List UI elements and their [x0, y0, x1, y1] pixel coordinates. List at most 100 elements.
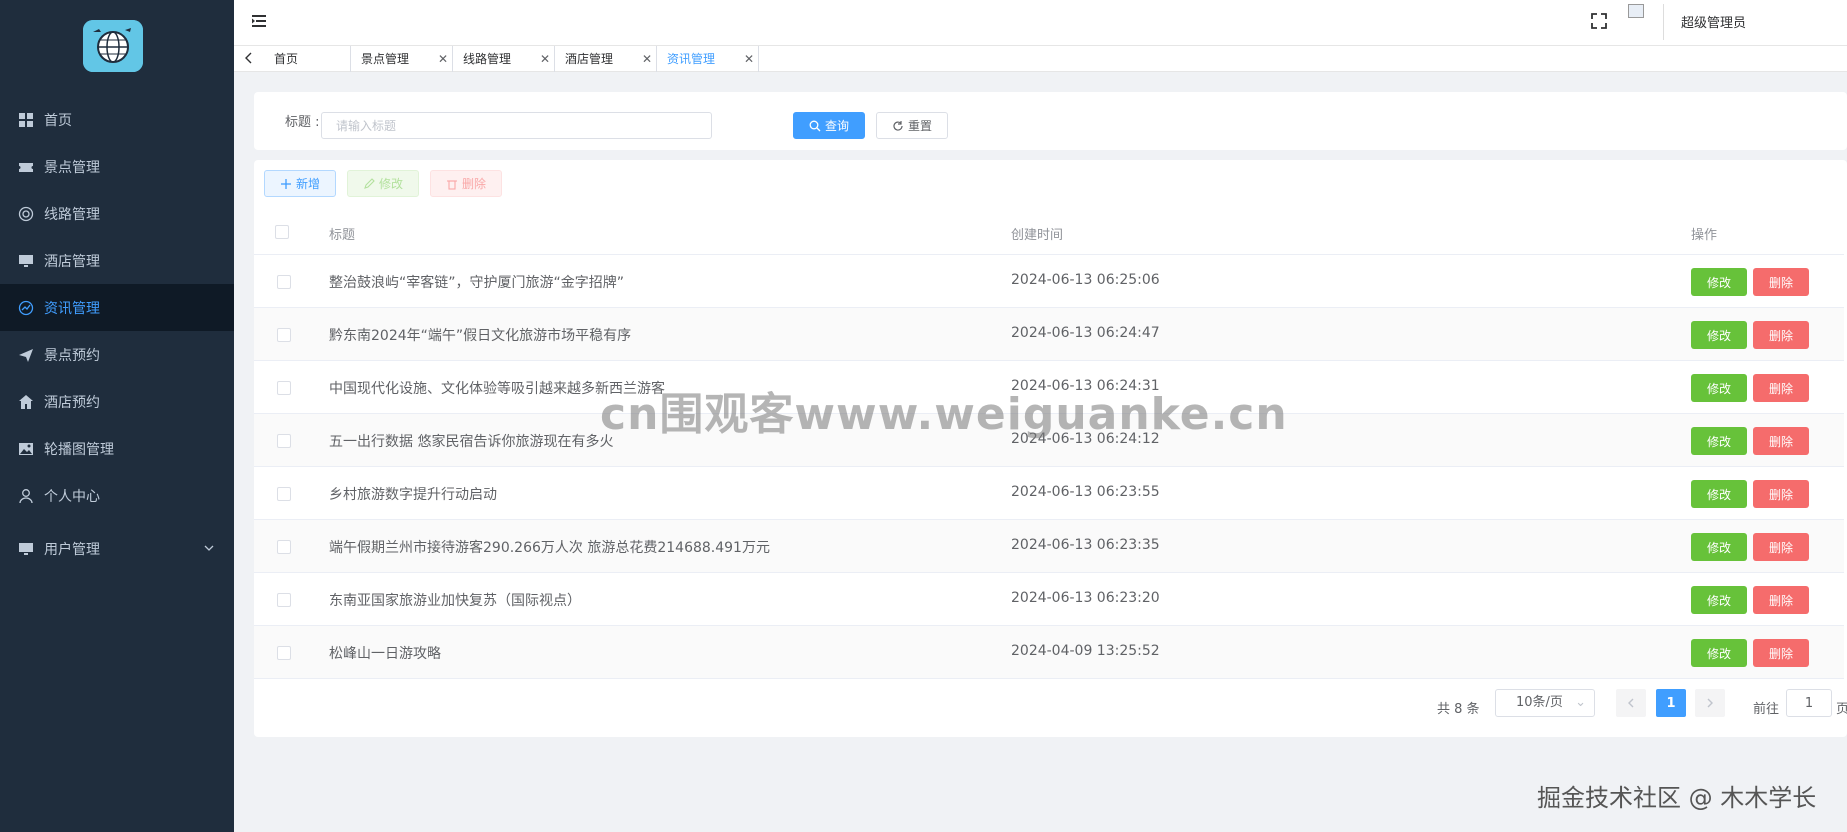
sidebar-item-label: 资讯管理 [44, 300, 100, 317]
row-checkbox[interactable] [277, 540, 291, 554]
row-edit-button[interactable]: 修改 [1691, 427, 1747, 455]
delete-button-label: 删除 [461, 177, 486, 191]
tab-routes[interactable]: 线路管理 ✕ [453, 46, 555, 72]
row-delete-button[interactable]: 删除 [1753, 533, 1809, 561]
monitor-icon [18, 253, 34, 269]
sidebar-item-carousel[interactable]: 轮播图管理 [0, 425, 234, 472]
reset-button[interactable]: 重置 [876, 112, 948, 139]
sidebar: 首页 景点管理 线路管理 酒店管理 资讯管理 景点预约 酒店预约 轮播图管理 个… [0, 0, 234, 832]
tab-hotels[interactable]: 酒店管理 ✕ [555, 46, 657, 72]
edit-button[interactable]: 修改 [347, 170, 419, 197]
sidebar-item-news[interactable]: 资讯管理 [0, 284, 234, 331]
news-title: 端午假期兰州市接待游客290.266万人次 旅游总花费214688.491万元 [329, 540, 770, 556]
table-header: 标题 创建时间 操作 [254, 208, 1844, 255]
avatar[interactable] [1628, 4, 1664, 40]
sidebar-menu: 首页 景点管理 线路管理 酒店管理 资讯管理 景点预约 酒店预约 轮播图管理 个… [0, 96, 234, 572]
add-button[interactable]: 新增 [264, 170, 336, 197]
query-button[interactable]: 查询 [793, 112, 865, 139]
tab-news[interactable]: 资讯管理 ✕ [657, 46, 759, 72]
query-button-label: 查询 [824, 119, 849, 133]
row-delete-button[interactable]: 删除 [1753, 268, 1809, 296]
close-icon[interactable]: ✕ [438, 46, 448, 72]
row-delete-button[interactable]: 删除 [1753, 321, 1809, 349]
row-edit-button[interactable]: 修改 [1691, 533, 1747, 561]
row-delete-button[interactable]: 删除 [1753, 427, 1809, 455]
user-icon [18, 488, 34, 504]
next-page-button[interactable] [1695, 689, 1725, 717]
row-edit-button[interactable]: 修改 [1691, 586, 1747, 614]
table-row: 端午假期兰州市接待游客290.266万人次 旅游总花费214688.491万元 … [254, 520, 1844, 573]
broken-image-icon [1628, 4, 1644, 18]
table-row: 乡村旅游数字提升行动启动 2024-06-13 06:23:55 修改 删除 [254, 467, 1844, 520]
row-delete-button[interactable]: 删除 [1753, 639, 1809, 667]
sidebar-item-label: 酒店管理 [44, 253, 100, 270]
sidebar-item-label: 个人中心 [44, 488, 100, 505]
edit-button-label: 修改 [378, 177, 403, 191]
row-edit-button[interactable]: 修改 [1691, 480, 1747, 508]
sidebar-item-home[interactable]: 首页 [0, 96, 234, 143]
chevron-down-icon [204, 541, 214, 557]
goto-page-input[interactable] [1786, 689, 1832, 717]
tab-label: 资讯管理 [667, 52, 716, 66]
sidebar-item-hotel-booking[interactable]: 酒店预约 [0, 378, 234, 425]
edit-icon [364, 177, 375, 189]
news-title: 五一出行数据 悠家民宿告诉你旅游现在有多火 [329, 434, 614, 450]
created-time: 2024-06-13 06:23:20 [1011, 590, 1160, 606]
created-time: 2024-06-13 06:23:35 [1011, 537, 1160, 553]
refresh-icon [893, 120, 903, 131]
row-checkbox[interactable] [277, 593, 291, 607]
sidebar-item-attractions[interactable]: 景点管理 [0, 143, 234, 190]
sidebar-item-label: 景点管理 [44, 159, 100, 176]
reset-button-label: 重置 [907, 119, 932, 133]
row-checkbox[interactable] [277, 646, 291, 660]
close-icon[interactable]: ✕ [540, 46, 550, 72]
row-checkbox[interactable] [277, 328, 291, 342]
row-edit-button[interactable]: 修改 [1691, 639, 1747, 667]
username[interactable]: 超级管理员 [1681, 12, 1746, 31]
row-delete-button[interactable]: 删除 [1753, 374, 1809, 402]
sidebar-item-label: 轮播图管理 [44, 441, 114, 458]
chevron-left-icon[interactable] [242, 51, 256, 65]
row-checkbox[interactable] [277, 275, 291, 289]
prev-page-button[interactable] [1616, 689, 1646, 717]
tab-label: 酒店管理 [565, 52, 614, 66]
picture-icon [18, 441, 34, 457]
tags-view: 首页 景点管理 ✕ 线路管理 ✕ 酒店管理 ✕ 资讯管理 ✕ [234, 46, 1847, 72]
tab-attractions[interactable]: 景点管理 ✕ [351, 46, 453, 72]
chart-icon [18, 300, 34, 316]
title-search-input[interactable] [321, 112, 712, 139]
sidebar-item-profile[interactable]: 个人中心 [0, 472, 234, 519]
column-header-actions: 操作 [1691, 228, 1718, 243]
row-delete-button[interactable]: 删除 [1753, 586, 1809, 614]
row-edit-button[interactable]: 修改 [1691, 268, 1747, 296]
sidebar-item-hotels[interactable]: 酒店管理 [0, 237, 234, 284]
page-size-select[interactable]: 10条/页 ⌄ [1495, 689, 1595, 717]
created-time: 2024-06-13 06:23:55 [1011, 484, 1160, 500]
home-icon [18, 394, 34, 410]
page-number-current[interactable]: 1 [1656, 689, 1686, 717]
close-icon[interactable]: ✕ [744, 46, 754, 72]
pagination: 共 8 条 10条/页 ⌄ 1 前往 页 [254, 688, 1847, 728]
row-edit-button[interactable]: 修改 [1691, 321, 1747, 349]
close-icon[interactable]: ✕ [642, 46, 652, 72]
page-suffix: 页 [1836, 702, 1847, 717]
sidebar-item-attraction-booking[interactable]: 景点预约 [0, 331, 234, 378]
row-edit-button[interactable]: 修改 [1691, 374, 1747, 402]
sidebar-item-routes[interactable]: 线路管理 [0, 190, 234, 237]
row-checkbox[interactable] [277, 487, 291, 501]
row-checkbox[interactable] [277, 381, 291, 395]
news-title: 乡村旅游数字提升行动启动 [329, 487, 497, 503]
select-all-checkbox[interactable] [275, 225, 289, 239]
fullscreen-icon[interactable] [1589, 11, 1609, 31]
monitor-icon [18, 541, 34, 557]
row-checkbox[interactable] [277, 434, 291, 448]
hamburger-icon[interactable] [250, 12, 268, 30]
sidebar-item-label: 线路管理 [44, 206, 100, 223]
delete-button[interactable]: 删除 [430, 170, 502, 197]
sidebar-item-users[interactable]: 用户管理 [0, 525, 234, 572]
pagination-total: 共 8 条 [1437, 702, 1480, 717]
tab-home[interactable]: 首页 [264, 46, 351, 72]
sidebar-item-label: 酒店预约 [44, 394, 100, 411]
row-delete-button[interactable]: 删除 [1753, 480, 1809, 508]
table-row: 东南亚国家旅游业加快复苏（国际视点） 2024-06-13 06:23:20 修… [254, 573, 1844, 626]
